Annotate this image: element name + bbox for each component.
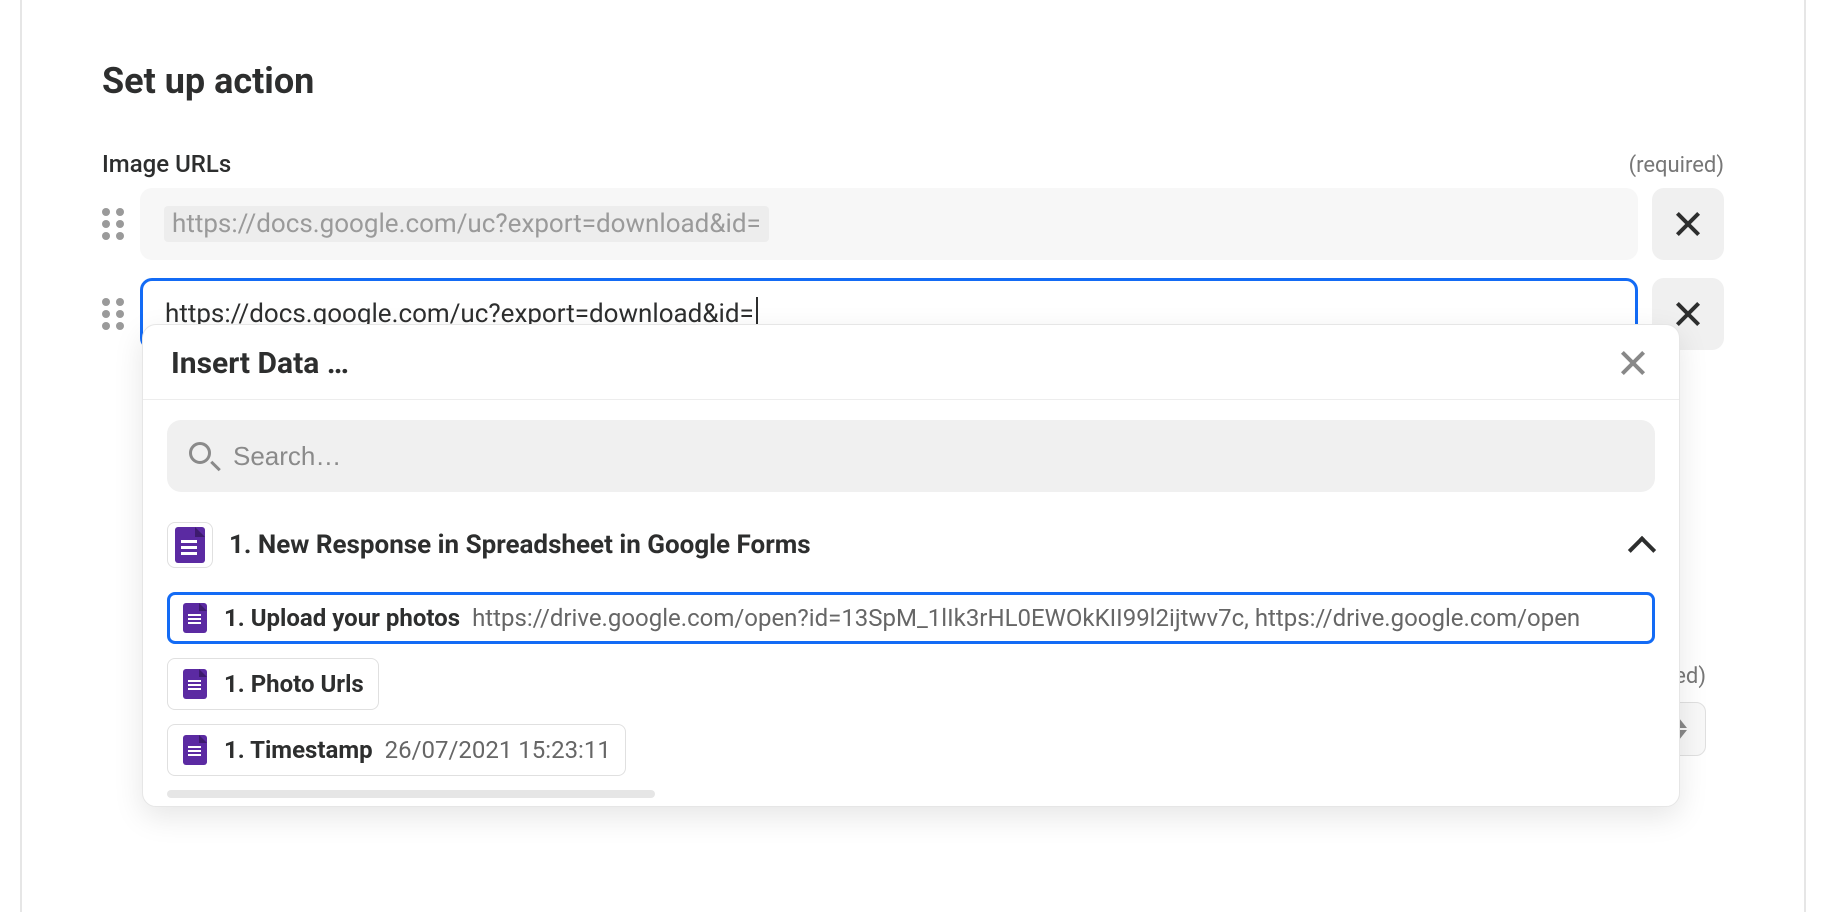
remove-row-button[interactable] [1652, 188, 1724, 260]
search-input[interactable] [233, 441, 1633, 472]
section-title: Set up action [102, 60, 1724, 102]
data-item-timestamp[interactable]: 1. Timestamp 26/07/2021 15:23:11 [167, 724, 626, 776]
dropdown-body: 1. New Response in Spreadsheet in Google… [143, 400, 1679, 806]
dropdown-header: Insert Data … [143, 325, 1679, 400]
group-title: 1. New Response in Spreadsheet in Google… [229, 530, 1609, 560]
data-item-label: 1. Photo Urls [224, 670, 364, 698]
data-item-row: 1. Upload your photos https://drive.goog… [167, 592, 1655, 644]
data-item-label: 1. Timestamp [224, 736, 373, 764]
insert-data-dropdown: Insert Data … 1. New Response in Spreads… [142, 324, 1680, 807]
data-item-row: 1. Timestamp 26/07/2021 15:23:11 [167, 724, 1655, 776]
image-url-row-1: https://docs.google.com/uc?export=downlo… [102, 188, 1724, 260]
chevron-up-icon [1625, 530, 1655, 560]
setup-panel: Set up action Image URLs (required) http… [20, 0, 1806, 912]
google-forms-icon [178, 667, 212, 701]
data-item-upload-photos[interactable]: 1. Upload your photos https://drive.goog… [167, 592, 1655, 644]
drag-handle-icon[interactable] [102, 298, 126, 330]
url-chip: https://docs.google.com/uc?export=downlo… [164, 206, 769, 242]
google-forms-icon [178, 733, 212, 767]
data-source-group[interactable]: 1. New Response in Spreadsheet in Google… [167, 492, 1655, 592]
google-forms-icon [167, 522, 213, 568]
data-item-row: 1. Photo Urls [167, 658, 1655, 710]
data-item-value: 26/07/2021 15:23:11 [385, 736, 611, 764]
close-dropdown-button[interactable] [1615, 345, 1651, 381]
field-label-image-urls: Image URLs [102, 150, 231, 178]
close-icon [1618, 348, 1648, 378]
data-item-label: 1. Upload your photos [224, 604, 460, 632]
field-header: Image URLs (required) [102, 150, 1724, 178]
drag-handle-icon[interactable] [102, 208, 126, 240]
search-icon [189, 442, 217, 470]
google-forms-icon [178, 601, 212, 635]
horizontal-scrollbar[interactable] [167, 790, 655, 798]
required-indicator: (required) [1629, 153, 1724, 178]
close-icon [1673, 209, 1703, 239]
data-item-photo-urls[interactable]: 1. Photo Urls [167, 658, 379, 710]
data-item-value: https://drive.google.com/open?id=13SpM_1… [472, 604, 1580, 632]
search-box[interactable] [167, 420, 1655, 492]
dropdown-title: Insert Data … [171, 346, 349, 381]
image-url-input-1[interactable]: https://docs.google.com/uc?export=downlo… [140, 188, 1638, 260]
